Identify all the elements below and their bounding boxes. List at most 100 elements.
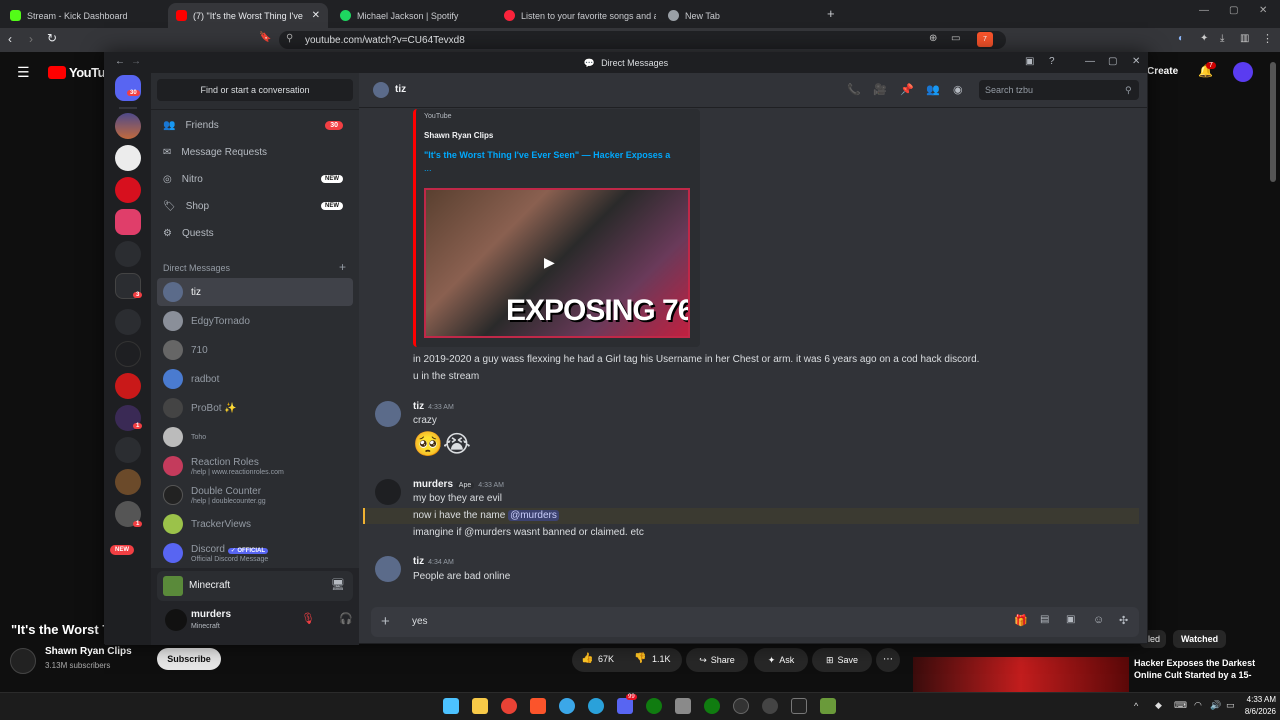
- recipient-name[interactable]: tiz: [395, 84, 406, 95]
- account-avatar[interactable]: [1233, 62, 1253, 82]
- dm-item-710[interactable]: 710: [157, 336, 353, 364]
- server-icon[interactable]: [115, 145, 141, 171]
- share-button[interactable]: ↪ Share: [686, 648, 748, 672]
- xbox-app-icon[interactable]: [704, 698, 720, 714]
- dm-item-toho[interactable]: Toho: [157, 423, 353, 451]
- help-icon[interactable]: ?: [1049, 56, 1055, 67]
- server-icon[interactable]: [115, 341, 141, 367]
- close-tab-icon[interactable]: ✕: [312, 10, 320, 21]
- pin-icon[interactable]: 📌: [900, 83, 914, 96]
- volume-icon[interactable]: 🔊: [1210, 700, 1221, 711]
- add-friend-icon[interactable]: 👥: [926, 83, 940, 96]
- tab-spotify[interactable]: Michael Jackson | Spotify: [332, 3, 492, 28]
- close-icon[interactable]: ✕: [1132, 56, 1140, 67]
- back-icon[interactable]: ‹: [8, 32, 12, 46]
- chat-search-input[interactable]: Search tzbu ⚲: [979, 80, 1139, 100]
- hamburger-icon[interactable]: ☰: [17, 64, 30, 81]
- dislike-icon[interactable]: 👎: [634, 653, 646, 664]
- user-mention[interactable]: @murders: [508, 510, 559, 521]
- store-icon[interactable]: [675, 698, 691, 714]
- related-thumbnail[interactable]: [913, 657, 1129, 692]
- dm-item-edgytornado[interactable]: EdgyTornado: [157, 307, 353, 335]
- server-icon[interactable]: [115, 241, 141, 267]
- back-arrow-icon[interactable]: ←: [115, 56, 125, 67]
- dm-item-double-counter[interactable]: Double Counter/help | doublecounter.gg: [157, 481, 353, 509]
- subscribe-button[interactable]: Subscribe: [157, 648, 221, 670]
- tray-app-icon[interactable]: ◆: [1155, 700, 1162, 711]
- clock-date[interactable]: 8/6/2026: [1234, 707, 1276, 716]
- server-icon[interactable]: [115, 373, 141, 399]
- nav-nitro[interactable]: ◎ Nitro NEW: [157, 167, 353, 191]
- tab-new-tab[interactable]: New Tab: [660, 3, 820, 28]
- author-name[interactable]: tiz: [413, 401, 424, 412]
- discord-taskbar-icon[interactable]: [617, 698, 633, 714]
- server-icon[interactable]: [115, 209, 141, 235]
- profile-icon[interactable]: ◉: [953, 83, 963, 96]
- channel-name[interactable]: Shawn Ryan Clips: [45, 646, 132, 657]
- file-explorer-icon[interactable]: [472, 698, 488, 714]
- brave-icon[interactable]: [530, 698, 546, 714]
- sidebar-icon[interactable]: ▥: [1240, 33, 1249, 44]
- dm-item-reaction-roles[interactable]: Reaction Roles/help | www.reactionroles.…: [157, 452, 353, 480]
- create-button[interactable]: Create: [1147, 66, 1178, 77]
- forward-arrow-icon[interactable]: →: [131, 56, 141, 67]
- nav-quests[interactable]: ⚙ Quests: [157, 221, 353, 245]
- forward-icon[interactable]: ›: [29, 32, 33, 46]
- play-icon[interactable]: ▶: [544, 254, 555, 271]
- ask-button[interactable]: ✦ Ask: [754, 648, 808, 672]
- message-input[interactable]: yes: [412, 616, 428, 627]
- epic-games-icon[interactable]: [791, 698, 807, 714]
- new-servers-badge[interactable]: NEW: [110, 545, 134, 555]
- headphones-icon[interactable]: 🎧: [339, 612, 353, 625]
- dm-item-tiz[interactable]: tiz: [157, 278, 353, 306]
- app-icon[interactable]: [733, 698, 749, 714]
- youtube-logo-icon[interactable]: [48, 66, 66, 79]
- discord-home-icon[interactable]: [115, 75, 141, 101]
- tab-kick[interactable]: Stream - Kick Dashboard: [2, 3, 167, 28]
- nav-shop[interactable]: 🏷 Shop NEW: [157, 194, 353, 218]
- emoji-icon[interactable]: ☺: [1093, 614, 1104, 626]
- dm-item-radbot[interactable]: radbot: [157, 365, 353, 393]
- wifi-icon[interactable]: ◠: [1194, 700, 1202, 711]
- inbox-icon[interactable]: ▣: [1025, 56, 1034, 67]
- user-name[interactable]: murders: [191, 609, 231, 620]
- telegram-icon[interactable]: [588, 698, 604, 714]
- close-icon[interactable]: ✕: [1259, 5, 1267, 16]
- gift-icon[interactable]: 🎁: [1014, 614, 1028, 627]
- app-icon[interactable]: [762, 698, 778, 714]
- reload-icon[interactable]: ↻: [47, 31, 57, 45]
- mute-icon[interactable]: 🎙: [301, 612, 315, 625]
- add-attachment-icon[interactable]: +: [381, 613, 390, 630]
- sticker-icon[interactable]: ▣: [1066, 614, 1075, 625]
- stream-icon[interactable]: 🖥: [331, 578, 345, 591]
- start-icon[interactable]: [443, 698, 459, 714]
- language-icon[interactable]: ⌨: [1174, 700, 1187, 711]
- scrollbar[interactable]: [1270, 62, 1276, 182]
- brave-shield-icon[interactable]: 7: [977, 32, 993, 47]
- apps-icon[interactable]: ✣: [1119, 614, 1128, 627]
- author-avatar[interactable]: [375, 556, 401, 582]
- maximize-icon[interactable]: ▢: [1229, 5, 1238, 16]
- dm-item-probot[interactable]: ProBot ✨: [157, 394, 353, 422]
- tab-apple-music[interactable]: Listen to your favorite songs and alb: [496, 3, 656, 28]
- author-name[interactable]: tiz: [413, 556, 424, 567]
- channel-avatar[interactable]: [10, 648, 36, 674]
- save-button[interactable]: ⊞ Save: [812, 648, 872, 672]
- extension-icon[interactable]: ◐: [1178, 33, 1184, 44]
- minimize-icon[interactable]: —: [1199, 5, 1209, 16]
- user-avatar[interactable]: [165, 609, 187, 631]
- embed-thumbnail[interactable]: EXPOSING 764 ▶: [424, 188, 690, 338]
- maximize-icon[interactable]: ▢: [1108, 56, 1117, 67]
- download-icon[interactable]: ⤓: [1220, 33, 1224, 44]
- author-avatar[interactable]: [375, 479, 401, 505]
- server-icon[interactable]: [115, 177, 141, 203]
- new-tab-button[interactable]: +: [827, 6, 835, 21]
- site-info-icon[interactable]: ⚲: [286, 33, 293, 44]
- embed-author[interactable]: Shawn Ryan Clips: [424, 131, 493, 140]
- minecraft-taskbar-icon[interactable]: [820, 698, 836, 714]
- minimize-icon[interactable]: —: [1085, 56, 1095, 67]
- related-video-title[interactable]: Hacker Exposes the Darkest Online Cult S…: [1134, 657, 1276, 692]
- server-icon[interactable]: [115, 469, 141, 495]
- cast-icon[interactable]: ▭: [951, 33, 960, 44]
- dm-item-trackerviews[interactable]: TrackerViews: [157, 510, 353, 538]
